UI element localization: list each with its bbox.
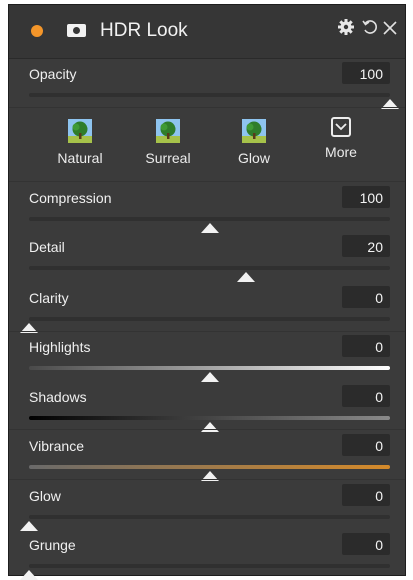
panel-title: HDR Look (100, 20, 188, 41)
slider-track[interactable] (29, 465, 390, 469)
divider (9, 429, 405, 430)
slider-thumb[interactable] (200, 372, 219, 382)
slider-track[interactable] (29, 266, 390, 270)
close-icon[interactable] (382, 18, 398, 42)
camera-icon[interactable] (67, 24, 86, 37)
slider-value-field[interactable]: 0 (342, 533, 390, 555)
slider-thumb[interactable] (20, 570, 38, 580)
slider-thumb[interactable] (20, 521, 38, 531)
slider-label: Glow (29, 488, 61, 504)
slider-label: Highlights (29, 339, 91, 355)
reset-icon[interactable] (361, 18, 379, 42)
slider-track[interactable] (29, 366, 390, 370)
slider-label: Shadows (29, 389, 87, 405)
slider-track[interactable] (29, 515, 390, 519)
slider-value-field[interactable]: 0 (342, 434, 390, 456)
slider-label: Compression (29, 190, 112, 206)
slider-track[interactable] (29, 317, 390, 321)
slider-label: Grunge (29, 537, 76, 553)
slider-value-field[interactable]: 20 (342, 235, 390, 257)
tree-icon (156, 119, 180, 143)
slider-track[interactable] (29, 93, 390, 97)
slider-value-field[interactable]: 0 (342, 335, 390, 357)
preset-natural[interactable]: Natural (35, 111, 125, 166)
preset-surreal[interactable]: Surreal (123, 111, 213, 166)
slider-track[interactable] (29, 416, 390, 420)
slider-label: Vibrance (29, 438, 85, 454)
slider-track[interactable] (29, 564, 390, 568)
preset-more[interactable]: More (296, 111, 386, 160)
slider-thumb[interactable] (200, 422, 219, 432)
slider-value-field[interactable]: 100 (342, 186, 390, 208)
tree-icon (68, 119, 92, 143)
divider (9, 331, 405, 332)
enable-toggle-dot[interactable] (31, 25, 43, 37)
slider-label: Opacity (29, 66, 77, 82)
slider-thumb[interactable] (200, 223, 219, 233)
slider-track[interactable] (29, 217, 390, 221)
panel-header: HDR Look (9, 5, 405, 59)
divider (9, 479, 405, 480)
slider-thumb[interactable] (236, 272, 255, 282)
tree-icon (242, 119, 266, 143)
slider-value-field[interactable]: 0 (342, 286, 390, 308)
slider-value-field[interactable]: 0 (342, 385, 390, 407)
divider (9, 107, 405, 108)
slider-label: Clarity (29, 290, 69, 306)
slider-label: Detail (29, 239, 65, 255)
gear-icon[interactable] (337, 18, 355, 42)
divider (9, 181, 405, 182)
slider-value-field[interactable]: 0 (342, 484, 390, 506)
chevron-down-icon (331, 117, 351, 137)
slider-value-field[interactable]: 100 (342, 62, 390, 84)
hdr-look-panel: HDR Look Opacity 100 Natural Surreal Glo… (8, 4, 406, 580)
preset-bar: Natural Surreal Glow More (9, 111, 405, 179)
preset-glow[interactable]: Glow (209, 111, 299, 166)
